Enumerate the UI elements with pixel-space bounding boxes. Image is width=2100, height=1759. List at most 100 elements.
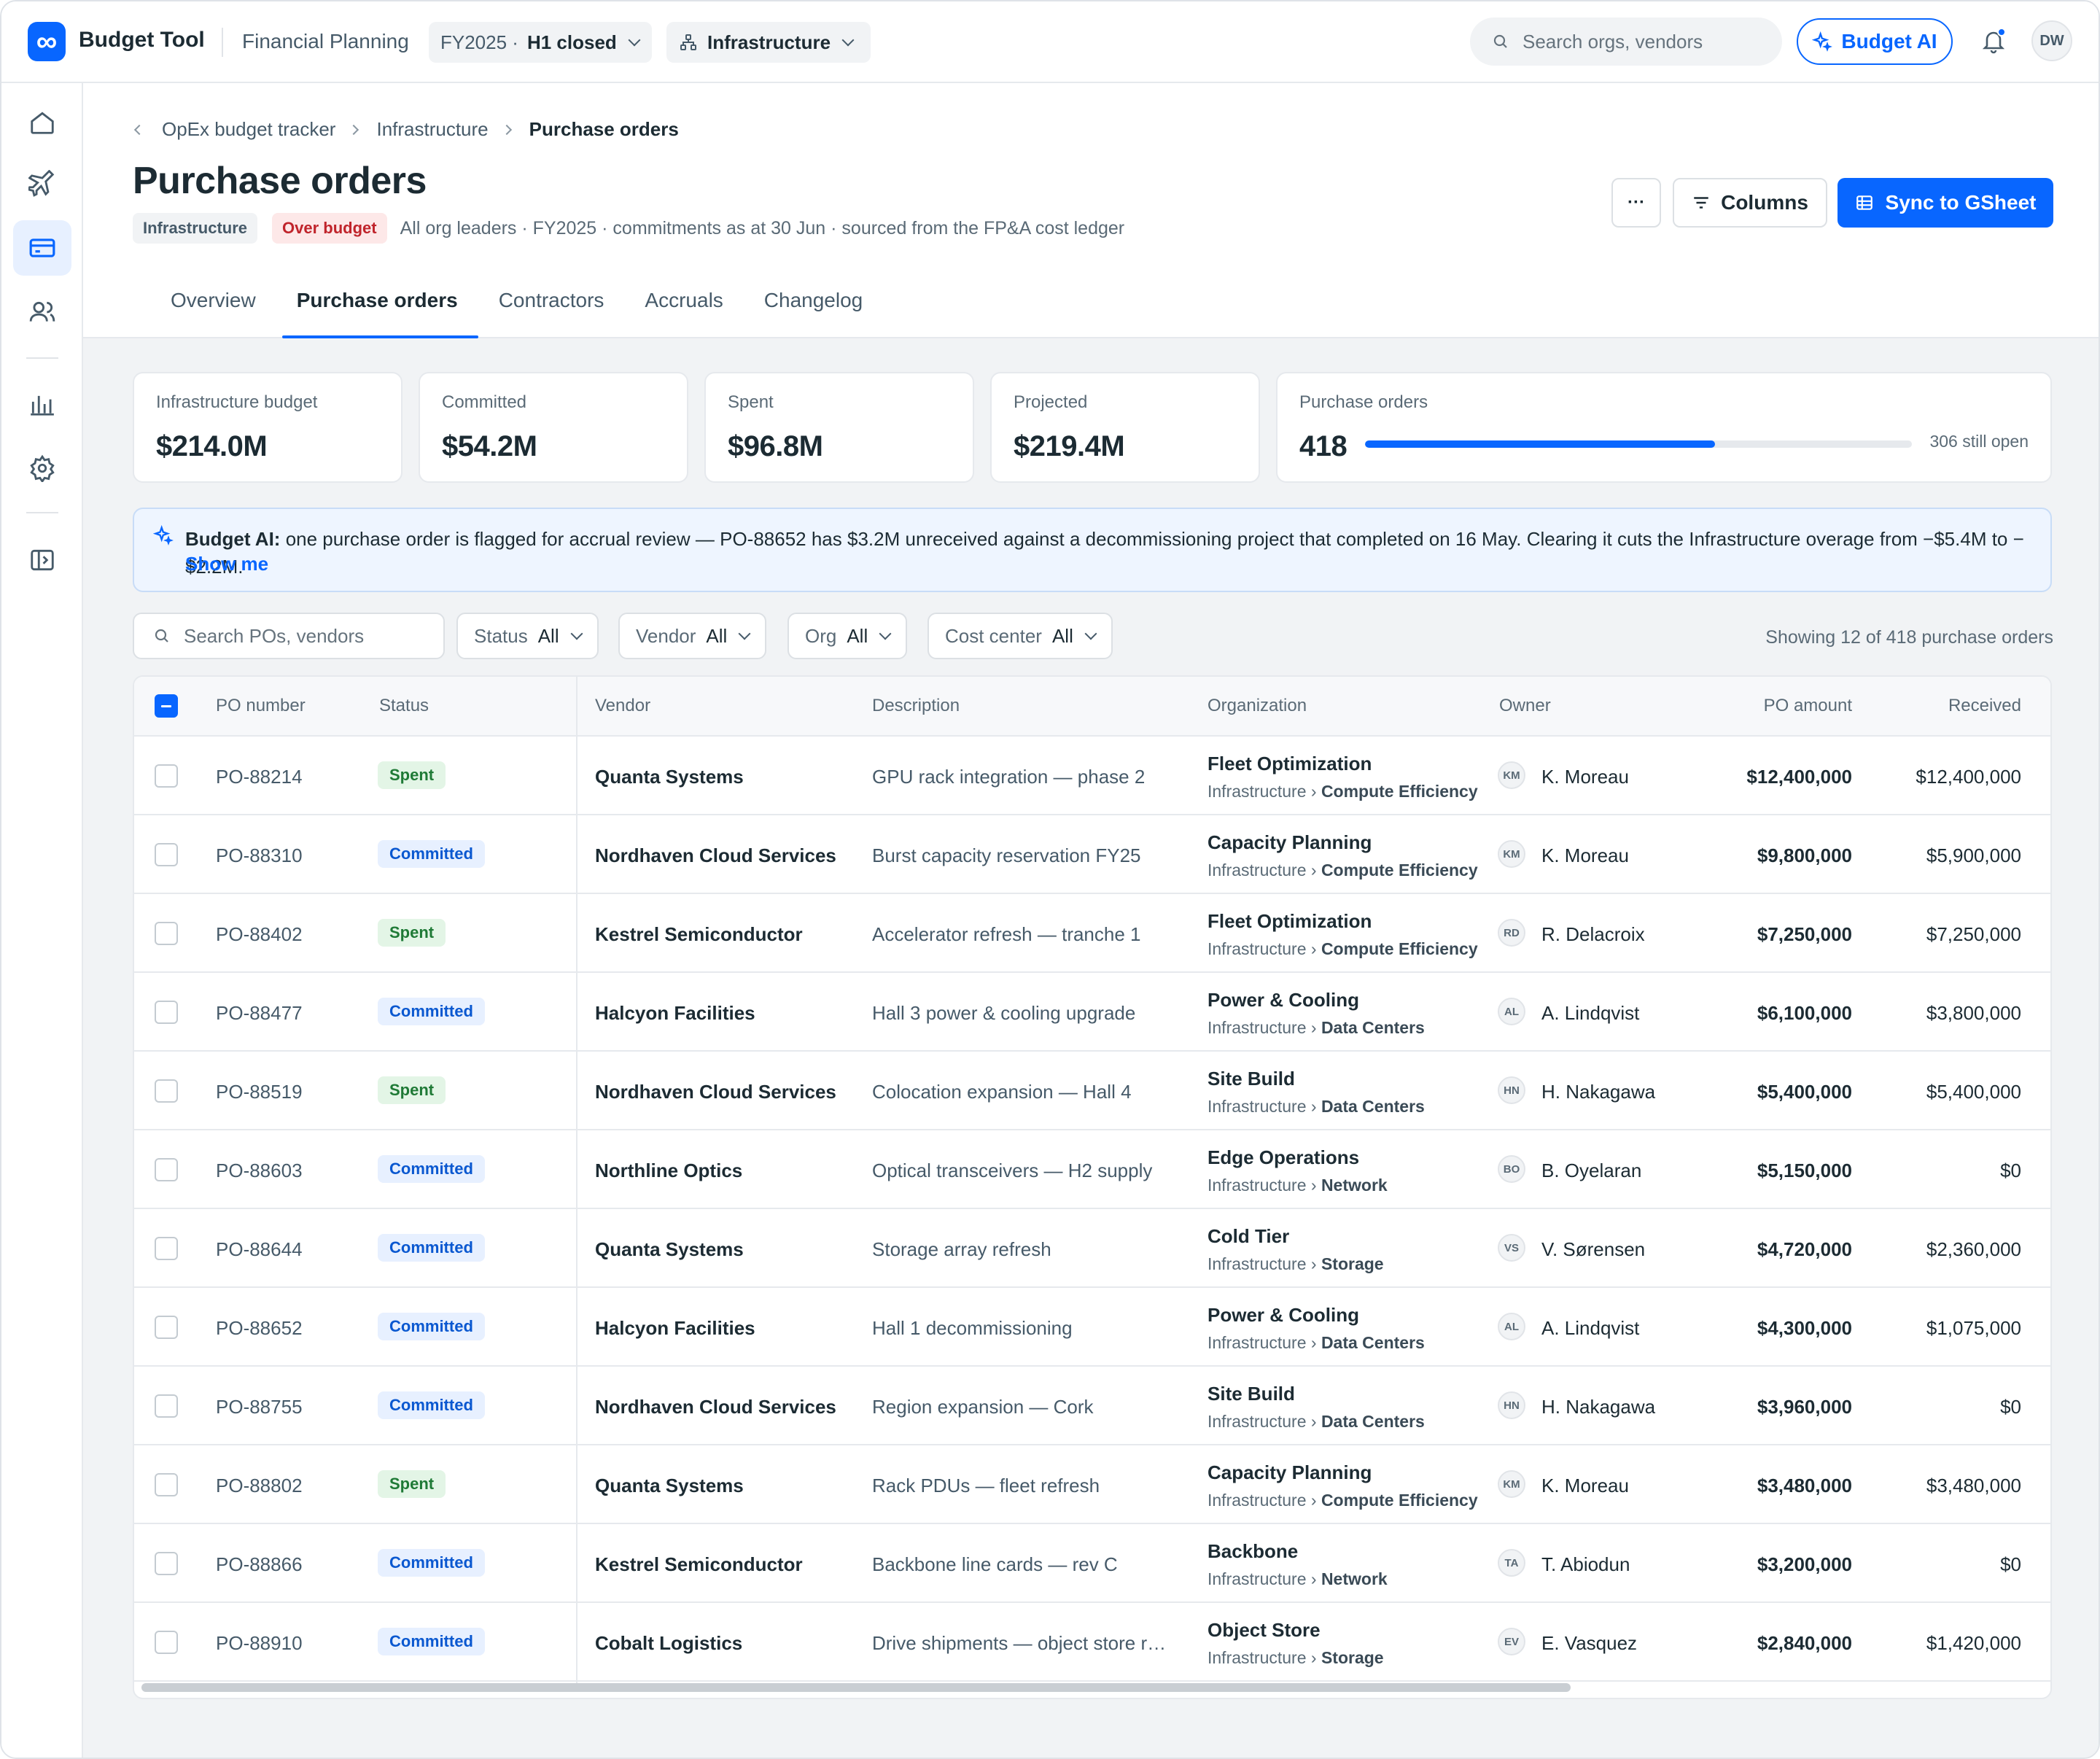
table-row[interactable]: PO-88402 Spent Kestrel Semiconductor Acc… — [134, 894, 2050, 973]
tab-overview[interactable]: Overview — [150, 279, 276, 338]
owner-name: K. Moreau — [1541, 844, 1629, 866]
bar-chart-icon[interactable] — [13, 376, 71, 432]
cost-center-filter[interactable]: Cost center All — [928, 613, 1113, 659]
breadcrumb-item[interactable]: OpEx budget tracker — [162, 118, 335, 141]
collapse-sidebar-icon[interactable] — [13, 532, 71, 588]
table-row[interactable]: PO-88519 Spent Nordhaven Cloud Services … — [134, 1052, 2050, 1130]
tab-accruals[interactable]: Accruals — [624, 279, 743, 338]
column-header-vendor[interactable]: Vendor — [595, 696, 650, 716]
received-amount: $5,400,000 — [1926, 1081, 2021, 1103]
sync-to-gsheet-button[interactable]: Sync to GSheet — [1838, 178, 2053, 228]
notifications-bell-icon[interactable] — [1978, 25, 2010, 57]
po-number[interactable]: PO-88644 — [216, 1238, 303, 1261]
row-checkbox[interactable] — [155, 1237, 178, 1260]
metric-label: Infrastructure budget — [156, 392, 318, 412]
org-selector[interactable]: Infrastructure — [666, 22, 871, 63]
table-row[interactable]: PO-88310 Committed Nordhaven Cloud Servi… — [134, 815, 2050, 894]
org-name: Backbone — [1208, 1540, 1299, 1562]
table-row[interactable]: PO-88652 Committed Halcyon Facilities Ha… — [134, 1288, 2050, 1367]
table-row[interactable]: PO-88802 Spent Quanta Systems Rack PDUs … — [134, 1445, 2050, 1524]
row-checkbox[interactable] — [155, 1473, 178, 1496]
gear-icon[interactable] — [13, 440, 71, 496]
side-rail — [1, 83, 83, 1758]
app-logo-icon[interactable]: ∞ — [28, 22, 66, 61]
credit-card-icon[interactable] — [13, 220, 71, 276]
status-filter[interactable]: Status All — [456, 613, 599, 659]
app-window: ∞ Budget Tool Financial Planning FY2025 … — [0, 0, 2100, 1759]
home-icon[interactable] — [13, 95, 71, 150]
metric-card-budget: Infrastructure budget $214.0M — [133, 372, 402, 483]
po-number[interactable]: PO-88755 — [216, 1396, 303, 1418]
select-all-checkbox[interactable] — [155, 694, 178, 718]
received-amount: $3,480,000 — [1926, 1475, 2021, 1496]
po-description: Hall 3 power & cooling upgrade — [872, 1002, 1136, 1024]
org-filter[interactable]: Org All — [788, 613, 908, 659]
more-options-button[interactable]: ··· — [1611, 178, 1661, 228]
table-row[interactable]: PO-88644 Committed Quanta Systems Storag… — [134, 1209, 2050, 1288]
org-name: Power & Cooling — [1208, 989, 1359, 1011]
column-header-status[interactable]: Status — [379, 696, 429, 716]
global-search-input[interactable]: Search orgs, vendors — [1470, 18, 1782, 66]
row-checkbox[interactable] — [155, 1079, 178, 1103]
ai-banner-text: Budget AI: one purchase order is flagged… — [185, 525, 2037, 580]
row-checkbox[interactable] — [155, 764, 178, 788]
user-avatar[interactable]: DW — [2031, 20, 2072, 61]
po-number[interactable]: PO-88214 — [216, 766, 303, 788]
tab-purchase-orders[interactable]: Purchase orders — [276, 279, 478, 338]
received-amount: $0 — [2000, 1396, 2021, 1418]
vendor-filter[interactable]: Vendor All — [618, 613, 767, 659]
column-header-po-number[interactable]: PO number — [216, 696, 306, 716]
main-content: Infrastructure budget $214.0M Committed … — [83, 338, 2099, 1758]
table-row[interactable]: PO-88477 Committed Halcyon Facilities Ha… — [134, 973, 2050, 1052]
vendor-name: Cobalt Logistics — [595, 1632, 743, 1654]
row-checkbox[interactable] — [155, 1552, 178, 1575]
po-number[interactable]: PO-88519 — [216, 1081, 303, 1103]
po-search-input[interactable]: Search POs, vendors — [133, 613, 445, 659]
tab-changelog[interactable]: Changelog — [744, 279, 883, 338]
po-number[interactable]: PO-88310 — [216, 844, 303, 867]
chevron-down-icon — [570, 627, 583, 640]
breadcrumb-item[interactable]: Infrastructure — [376, 118, 488, 141]
fiscal-year-selector[interactable]: FY2025 · H1 closed — [429, 22, 652, 63]
filter-label: Vendor — [636, 624, 696, 647]
table-row[interactable]: PO-88603 Committed Northline Optics Opti… — [134, 1130, 2050, 1209]
metric-value: $219.4M — [1014, 430, 1125, 462]
row-checkbox[interactable] — [155, 1316, 178, 1339]
chevron-down-icon — [628, 34, 641, 47]
po-number[interactable]: PO-88402 — [216, 923, 303, 946]
back-chevron-icon[interactable] — [133, 124, 145, 135]
column-header-received[interactable]: Received — [1899, 696, 2021, 716]
budget-ai-button[interactable]: Budget AI — [1797, 18, 1953, 65]
horizontal-scrollbar[interactable] — [141, 1683, 1571, 1692]
column-header-organization[interactable]: Organization — [1208, 696, 1307, 716]
people-icon[interactable] — [13, 284, 71, 340]
plane-icon[interactable] — [13, 156, 71, 211]
show-me-link[interactable]: Show me — [185, 553, 268, 575]
row-checkbox[interactable] — [155, 843, 178, 866]
row-checkbox[interactable] — [155, 1631, 178, 1654]
table-row[interactable]: PO-88910 Committed Cobalt Logistics Driv… — [134, 1603, 2050, 1682]
row-checkbox[interactable] — [155, 1001, 178, 1024]
po-number[interactable]: PO-88477 — [216, 1002, 303, 1025]
po-number[interactable]: PO-88652 — [216, 1317, 303, 1340]
vendor-name: Northline Optics — [595, 1160, 743, 1181]
column-header-po-amount[interactable]: PO amount — [1724, 696, 1852, 716]
po-number[interactable]: PO-88603 — [216, 1160, 303, 1182]
table-row[interactable]: PO-88866 Committed Kestrel Semiconductor… — [134, 1524, 2050, 1603]
column-header-description[interactable]: Description — [872, 696, 960, 716]
po-number[interactable]: PO-88910 — [216, 1632, 303, 1655]
po-number[interactable]: PO-88866 — [216, 1553, 303, 1576]
purchase-orders-table: PO number Status Vendor Description Orga… — [133, 675, 2052, 1699]
owner-name: H. Nakagawa — [1541, 1081, 1656, 1103]
columns-button[interactable]: Columns — [1673, 178, 1827, 228]
tab-contractors[interactable]: Contractors — [478, 279, 625, 338]
po-number[interactable]: PO-88802 — [216, 1475, 303, 1497]
po-still-open: 306 still open — [1929, 432, 2029, 451]
row-checkbox[interactable] — [155, 1394, 178, 1418]
row-checkbox[interactable] — [155, 922, 178, 945]
table-row[interactable]: PO-88214 Spent Quanta Systems GPU rack i… — [134, 737, 2050, 815]
org-path: Infrastructure › Compute Efficiency — [1208, 861, 1478, 880]
row-checkbox[interactable] — [155, 1158, 178, 1181]
table-row[interactable]: PO-88755 Committed Nordhaven Cloud Servi… — [134, 1367, 2050, 1445]
column-header-owner[interactable]: Owner — [1499, 696, 1551, 716]
